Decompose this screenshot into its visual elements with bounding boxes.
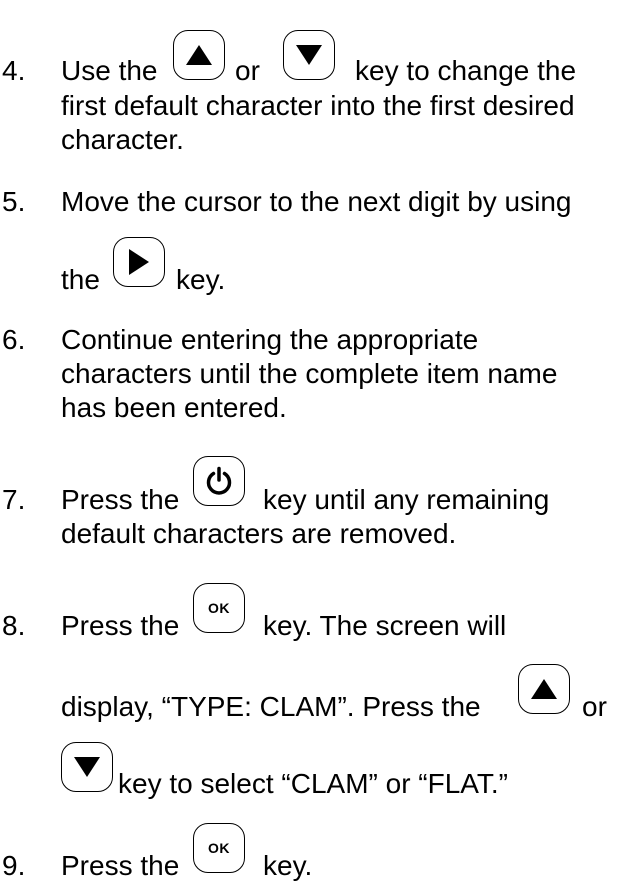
step-4-text-a: Use the <box>61 55 158 86</box>
step-4-text-b: or <box>235 55 260 86</box>
step-5-line-1: Move the cursor to the next digit by usi… <box>61 186 572 217</box>
step-9-number: 9. <box>2 850 26 881</box>
step-8-text-e: key to select “CLAM” or “FLAT.” <box>118 768 509 799</box>
right-arrow-key <box>113 237 165 287</box>
step-5-text-b: key. <box>176 264 226 295</box>
step-4-text-c: key to change the <box>355 55 577 86</box>
step-6-line-3: has been entered. <box>61 392 287 423</box>
down-arrow-key <box>61 742 113 792</box>
power-icon <box>206 466 232 495</box>
step-7-number: 7. <box>2 484 26 515</box>
step-4-line-3: character. <box>61 124 184 155</box>
step-7-text-a: Press the <box>61 484 180 515</box>
step-7-line-2: default characters are removed. <box>61 518 457 549</box>
step-5-text-a: the <box>61 264 100 295</box>
step-6-number: 6. <box>2 324 26 355</box>
step-8-text-a: Press the <box>61 610 180 641</box>
up-arrow-icon <box>186 45 212 65</box>
up-arrow-key <box>173 30 225 80</box>
step-7-text-b: key until any remaining <box>263 484 550 515</box>
step-5-number: 5. <box>2 186 26 217</box>
right-arrow-icon <box>129 249 149 275</box>
down-arrow-key <box>283 30 335 80</box>
step-9-text-b: key. <box>263 850 313 881</box>
down-arrow-icon <box>74 757 100 777</box>
step-8-text-c: display, “TYPE: CLAM”. Press the <box>61 691 481 722</box>
power-key <box>193 456 245 506</box>
ok-key-label: OK <box>208 600 230 616</box>
ok-key: OK <box>193 823 245 873</box>
ok-key-label: OK <box>208 840 230 856</box>
up-arrow-icon <box>531 679 557 699</box>
step-8-text-b: key. The screen will <box>263 610 507 641</box>
step-8-number: 8. <box>2 610 26 641</box>
step-8-text-d: or <box>582 691 607 722</box>
up-arrow-key <box>518 664 570 714</box>
ok-key: OK <box>193 583 245 633</box>
step-6-line-1: Continue entering the appropriate <box>61 324 479 355</box>
step-4-number: 4. <box>2 55 26 86</box>
step-9-text-a: Press the <box>61 850 180 881</box>
down-arrow-icon <box>296 45 322 65</box>
step-6-line-2: characters until the complete item name <box>61 358 558 389</box>
step-4-line-2: first default character into the first d… <box>61 90 575 121</box>
